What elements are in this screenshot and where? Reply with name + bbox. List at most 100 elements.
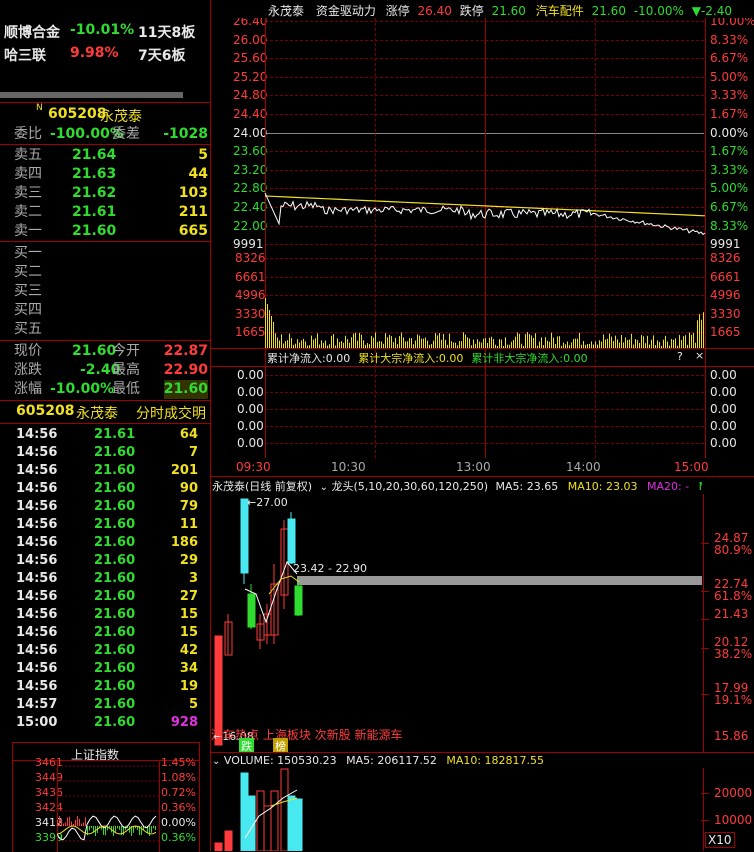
intraday-volume-bar [491,336,492,348]
tick-time: 14:56 [16,445,58,460]
intraday-volume-bar [567,341,568,348]
volume-scale-label: 20000 [714,786,753,800]
new-stock-badge: N [36,103,43,113]
related-stock-name: 顺博合金 [4,25,60,41]
intraday-volume-bar [287,340,288,348]
high-label: 最高 [112,362,140,378]
volume-bar [270,790,279,851]
intraday-volume-bar [655,345,656,348]
intraday-chart[interactable]: 26.40 10.00% 26.00 8.33% 25.60 6.67% 25.20 5.00… [211,18,754,458]
down-arrow-icon: ▼ [691,4,701,18]
index-pct-label: 0.36% [161,831,196,844]
tick-time: 14:56 [16,661,58,676]
intraday-volume-bar [425,337,426,348]
help-icon[interactable]: ? [677,350,683,363]
candle-body [287,518,296,564]
intraday-volume-bar [299,342,300,348]
bid-row[interactable]: 买三 [0,282,210,301]
time-axis-label: 10:30 [331,460,366,474]
bid-row[interactable]: 买二 [0,263,210,282]
sector-name[interactable]: 汽车配件 [536,4,584,18]
tick-row: 14:56 21.60 15 [0,606,210,624]
intraday-volume-bar [629,339,630,348]
ask-row[interactable]: 卖三 21.62 103 [0,184,210,203]
intraday-volume-bar [369,344,370,348]
related-stock-streak: 7天6板 [138,48,186,64]
quote-block: 现价 21.60 今开 22.87 涨跌 -2.40 最高 22.90 涨幅 -… [0,340,210,399]
intraday-volume-bar [311,335,312,348]
volume-dropdown-icon[interactable]: ⌄ [212,756,220,767]
ask-label: 卖四 [14,166,42,182]
intraday-volume-bar [265,298,266,348]
intraday-volume-bar [521,343,522,348]
bid-row[interactable]: 买一 [0,244,210,263]
intraday-volume-bar [439,333,440,348]
intraday-volume-bar [595,341,596,348]
related-stock-row[interactable]: 哈三联 9.98% 7天6板 [4,45,210,65]
ask-row[interactable]: 卖一 21.60 665 [0,222,210,241]
intraday-volume-bar [469,338,470,348]
intraday-volume-bar [285,341,286,348]
close-icon[interactable]: × [695,349,704,362]
intraday-volume-bar [675,338,676,348]
intraday-volume-bar [395,337,396,348]
high-price-value: 27.00 [256,496,288,509]
intraday-volume-bar [267,304,268,348]
tick-time: 14:56 [16,463,58,478]
tick-row: 14:57 21.60 5 [0,696,210,714]
tick-time: 14:56 [16,481,58,496]
tick-volume: 3 [188,571,198,586]
intraday-volume-bar [549,341,550,348]
bid-label: 买四 [14,302,42,318]
intraday-volume-bar [357,340,358,348]
tick-row: 14:56 21.60 42 [0,642,210,660]
tick-row: 14:56 21.60 27 [0,588,210,606]
intraday-volume-bar [479,341,480,348]
nonblock-net-inflow: 累计非大宗净流入:0.00 [471,352,588,365]
intraday-volume-bar [687,344,688,348]
intraday-volume-bar [597,344,598,348]
tick-price: 21.60 [94,625,136,640]
kline-indicator[interactable]: 龙头(5,10,20,30,60,120,250) [331,480,488,493]
related-stock-row[interactable]: 顺博合金 -10.01% 11天8板 [4,22,210,42]
horizontal-scrollbar[interactable] [0,92,183,98]
intraday-volume-bar [657,340,658,348]
intraday-volume-bar [449,333,450,348]
ask-row[interactable]: 卖二 21.61 211 [0,203,210,222]
tag-bang-badge[interactable]: 榜 [273,738,288,752]
bid-row[interactable]: 买五 [0,320,210,339]
tick-volume: 42 [179,643,198,658]
ask-row[interactable]: 卖五 21.64 5 [0,146,210,165]
tick-volume: 15 [179,607,198,622]
volume-bar [214,842,223,851]
intraday-volume-bar [599,340,600,348]
tick-time: 14:56 [16,571,58,586]
fib-pct-label: 61.8% [714,589,753,603]
intraday-volume-bar [569,345,570,348]
index-pct-label: 0.00% [161,816,196,829]
intraday-concept[interactable]: 资金驱动力 [316,4,376,18]
kline-chart[interactable]: 24.87 80.9% 22.74 61.8% 21.43 20.12 38.2% 17.99… [211,494,754,752]
index-mini-chart[interactable]: 上证指数 3461 3449 3436 3424 3412 3399 1.45% 1.08%… [12,742,200,852]
bid-label: 买二 [14,264,42,280]
intraday-volume-bar [349,342,350,348]
dropdown-icon[interactable]: ⌄ [320,482,328,493]
intraday-volume-bar [681,339,682,348]
limit-down-label: 跌停 [459,4,484,18]
intraday-volume-bar [367,343,368,348]
tick-price: 21.60 [94,589,136,604]
tag-die-badge[interactable]: 跌 [239,738,254,752]
intraday-volume-bar [633,344,634,348]
kline-ma10: MA10: 23.03 [567,480,638,493]
index-pct-label: 0.72% [161,786,196,799]
ticks-header[interactable]: 605208 永茂泰 分时成交明 [0,400,210,424]
kline-title[interactable]: 永茂泰(日线 前复权) [212,480,312,493]
ask-row[interactable]: 卖四 21.63 44 [0,165,210,184]
bid-row[interactable]: 买四 [0,301,210,320]
intraday-volume-bar [409,338,410,348]
intraday-price-svg [264,192,706,348]
bid-label: 买三 [14,283,42,299]
ask-volume: 211 [178,204,208,220]
intraday-volume-bar [693,332,694,348]
intraday-volume-bar [303,338,304,348]
